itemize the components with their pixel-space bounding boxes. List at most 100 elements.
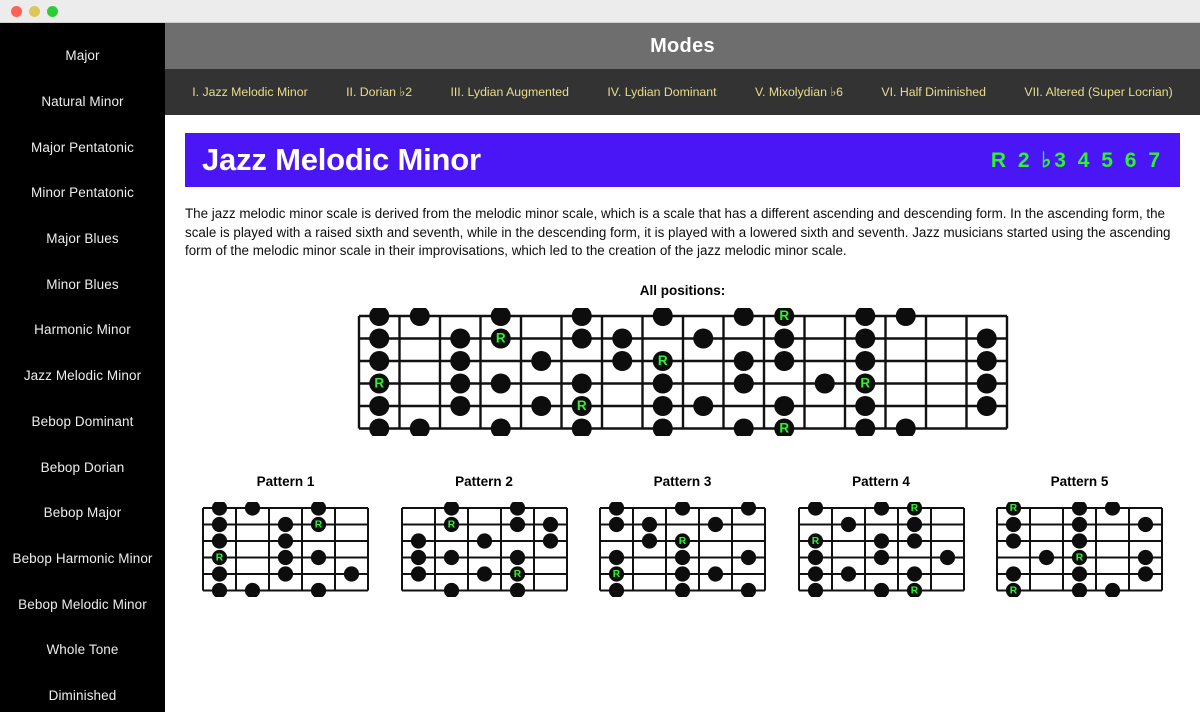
sidebar-item-label: Jazz Melodic Minor [23, 368, 142, 384]
note-marker [277, 549, 294, 566]
note-marker [733, 350, 754, 371]
tab-mode-2[interactable]: II. Dorian ♭2 [344, 81, 414, 103]
note-marker [740, 502, 757, 516]
tab-mode-1[interactable]: I. Jazz Melodic Minor [190, 81, 310, 103]
root-label: R [860, 375, 870, 390]
note-marker [854, 395, 875, 416]
sidebar-item-bebop-major[interactable]: Bebop Major [0, 490, 165, 536]
note-marker [211, 566, 228, 582]
note-marker [490, 307, 511, 326]
sidebar-item-minor-blues[interactable]: Minor Blues [0, 261, 165, 307]
note-marker [674, 549, 691, 566]
note-marker [611, 350, 632, 371]
note-marker [449, 373, 470, 393]
pattern-1[interactable]: Pattern 1 RR [193, 474, 378, 597]
note-marker [641, 533, 658, 549]
sidebar-item-diminished[interactable]: Diminished [0, 673, 165, 712]
scale-description: The jazz melodic minor scale is derived … [185, 206, 1171, 258]
pattern-2[interactable]: Pattern 2 R R [392, 474, 577, 597]
note-marker [641, 516, 658, 533]
note-marker [740, 582, 757, 597]
sidebar-item-label: Bebop Dominant [31, 413, 134, 429]
note-marker [873, 582, 889, 597]
note-marker [509, 549, 525, 566]
pattern-title: Pattern 2 [455, 474, 513, 489]
note-marker [211, 582, 228, 597]
root-label: R [811, 536, 819, 547]
root-label: R [910, 586, 918, 597]
note-marker [509, 582, 525, 597]
note-marker [1104, 582, 1121, 597]
all-positions-fretboard: R R R R R R R [185, 307, 1180, 436]
note-marker [449, 328, 470, 348]
note-marker [410, 533, 426, 549]
sidebar-item-minor-pentatonic[interactable]: Minor Pentatonic [0, 170, 165, 216]
pattern-title: Pattern 1 [256, 474, 315, 489]
note-marker [368, 307, 389, 326]
note-marker [807, 502, 823, 516]
mode-tabs: I. Jazz Melodic Minor II. Dorian ♭2 III. L… [165, 69, 1200, 115]
tab-mode-3[interactable]: III. Lydian Augmented [448, 81, 571, 103]
sidebar-item-major-blues[interactable]: Major Blues [0, 216, 165, 262]
sidebar-item-label: Whole Tone [46, 642, 119, 658]
note-marker [707, 516, 724, 533]
root-label: R [613, 569, 621, 580]
note-marker [733, 418, 754, 436]
note-marker [1071, 566, 1088, 582]
root-note-marker: R [1005, 582, 1022, 597]
tab-mode-6[interactable]: VI. Half Diminished [879, 81, 988, 103]
note-marker [692, 395, 713, 416]
root-label: R [1010, 586, 1018, 597]
root-note-marker: R [773, 307, 794, 326]
note-marker [476, 566, 492, 582]
sidebar-item-label: Major Blues [46, 231, 119, 247]
note-marker [773, 328, 794, 348]
sidebar-item-whole-tone[interactable]: Whole Tone [0, 627, 165, 673]
pattern-fretboard: R R R [987, 502, 1172, 597]
tab-mode-7[interactable]: VII. Altered (Super Locrian) [1022, 81, 1174, 103]
maximize-button-icon[interactable] [47, 5, 58, 17]
sidebar-item-label: Major Pentatonic [31, 139, 134, 155]
sidebar-item-bebop-dorian[interactable]: Bebop Dorian [0, 444, 165, 490]
note-marker [807, 582, 823, 597]
note-marker [895, 418, 916, 436]
root-note-marker: R [368, 373, 389, 393]
sidebar-item-bebop-harmonic-minor[interactable]: Bebop Harmonic Minor [0, 536, 165, 582]
pattern-3-diagram: RR [599, 502, 766, 597]
root-label: R [657, 353, 667, 368]
root-note-marker: R [310, 516, 327, 533]
note-marker [310, 502, 327, 516]
root-label: R [315, 520, 323, 531]
note-marker [1071, 582, 1088, 597]
sidebar-item-bebop-melodic-minor[interactable]: Bebop Melodic Minor [0, 581, 165, 627]
sidebar-item-major[interactable]: Major [0, 33, 165, 79]
pattern-3[interactable]: Pattern 3RR [590, 474, 775, 597]
note-marker [277, 533, 294, 549]
sidebar-item-natural-minor[interactable]: Natural Minor [0, 79, 165, 125]
sidebar-item-major-pentatonic[interactable]: Major Pentatonic [0, 124, 165, 170]
note-marker [449, 350, 470, 371]
tab-mode-5[interactable]: V. Mixolydian ♭6 [753, 81, 845, 103]
minimize-button-icon[interactable] [29, 5, 40, 17]
sidebar-item-jazz-melodic-minor[interactable]: Jazz Melodic Minor [0, 353, 165, 399]
sidebar-item-label: Bebop Harmonic Minor [12, 550, 153, 566]
pattern-fretboard: RR [590, 502, 775, 597]
note-marker [873, 502, 889, 516]
note-marker [608, 502, 625, 516]
pattern-fretboard: RR [193, 502, 378, 597]
sidebar-item-harmonic-minor[interactable]: Harmonic Minor [0, 307, 165, 353]
note-marker [409, 418, 430, 436]
pattern-5[interactable]: Pattern 5 R R R [987, 474, 1172, 597]
tab-mode-4[interactable]: IV. Lydian Dominant [605, 81, 718, 103]
root-label: R [513, 569, 521, 580]
note-marker [611, 328, 632, 348]
sidebar-item-label: Harmonic Minor [34, 322, 131, 338]
note-marker [490, 373, 511, 393]
sidebar-item-bebop-dominant[interactable]: Bebop Dominant [0, 399, 165, 445]
close-button-icon[interactable] [11, 5, 22, 17]
pattern-4[interactable]: Pattern 4 R R R [789, 474, 974, 597]
root-label: R [447, 520, 455, 531]
note-marker [854, 418, 875, 436]
sidebar-item-label: Natural Minor [41, 94, 124, 110]
app-window: Major Natural Minor Major Pentatonic Minor … [0, 0, 1200, 712]
